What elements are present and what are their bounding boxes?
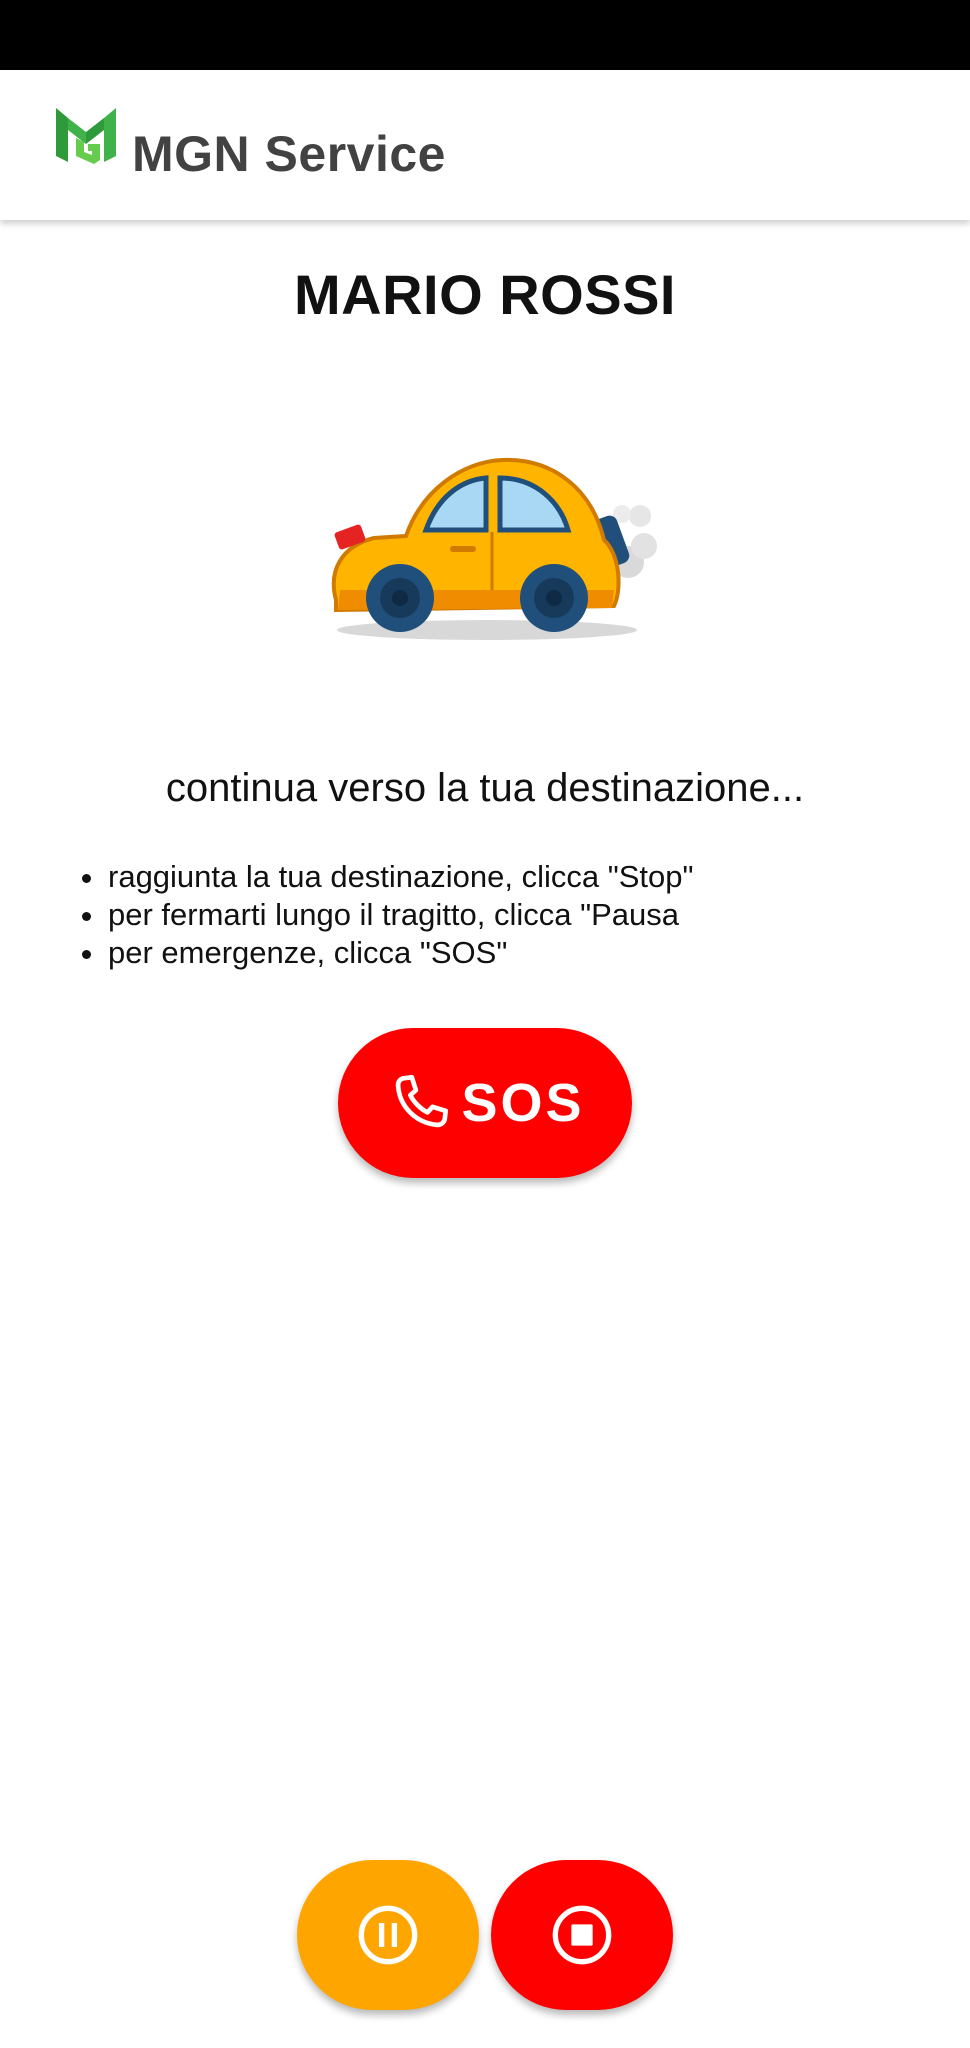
sos-label: SOS (461, 1073, 585, 1133)
pause-button[interactable] (297, 1860, 479, 2010)
instruction-item: raggiunta la tua destinazione, clicca "S… (76, 858, 694, 896)
instruction-item: per fermarti lungo il tragitto, clicca "… (76, 896, 694, 934)
pause-icon (358, 1905, 418, 1965)
sos-button[interactable]: SOS (338, 1028, 632, 1178)
instruction-list: raggiunta la tua destinazione, clicca "S… (76, 858, 694, 972)
stop-button[interactable] (491, 1860, 673, 2010)
mgn-logo-icon (56, 108, 116, 164)
user-name: MARIO ROSSI (294, 263, 676, 326)
app-bar: MGN Service (0, 70, 970, 220)
status-bar (0, 0, 970, 70)
app-title: MGN Service (132, 126, 446, 182)
phone-icon (396, 1075, 449, 1128)
instruction-item: per emergenze, clicca "SOS" (76, 934, 694, 972)
status-message: continua verso la tua destinazione... (165, 766, 805, 810)
car-icon (331, 457, 657, 640)
stop-icon (552, 1905, 612, 1965)
